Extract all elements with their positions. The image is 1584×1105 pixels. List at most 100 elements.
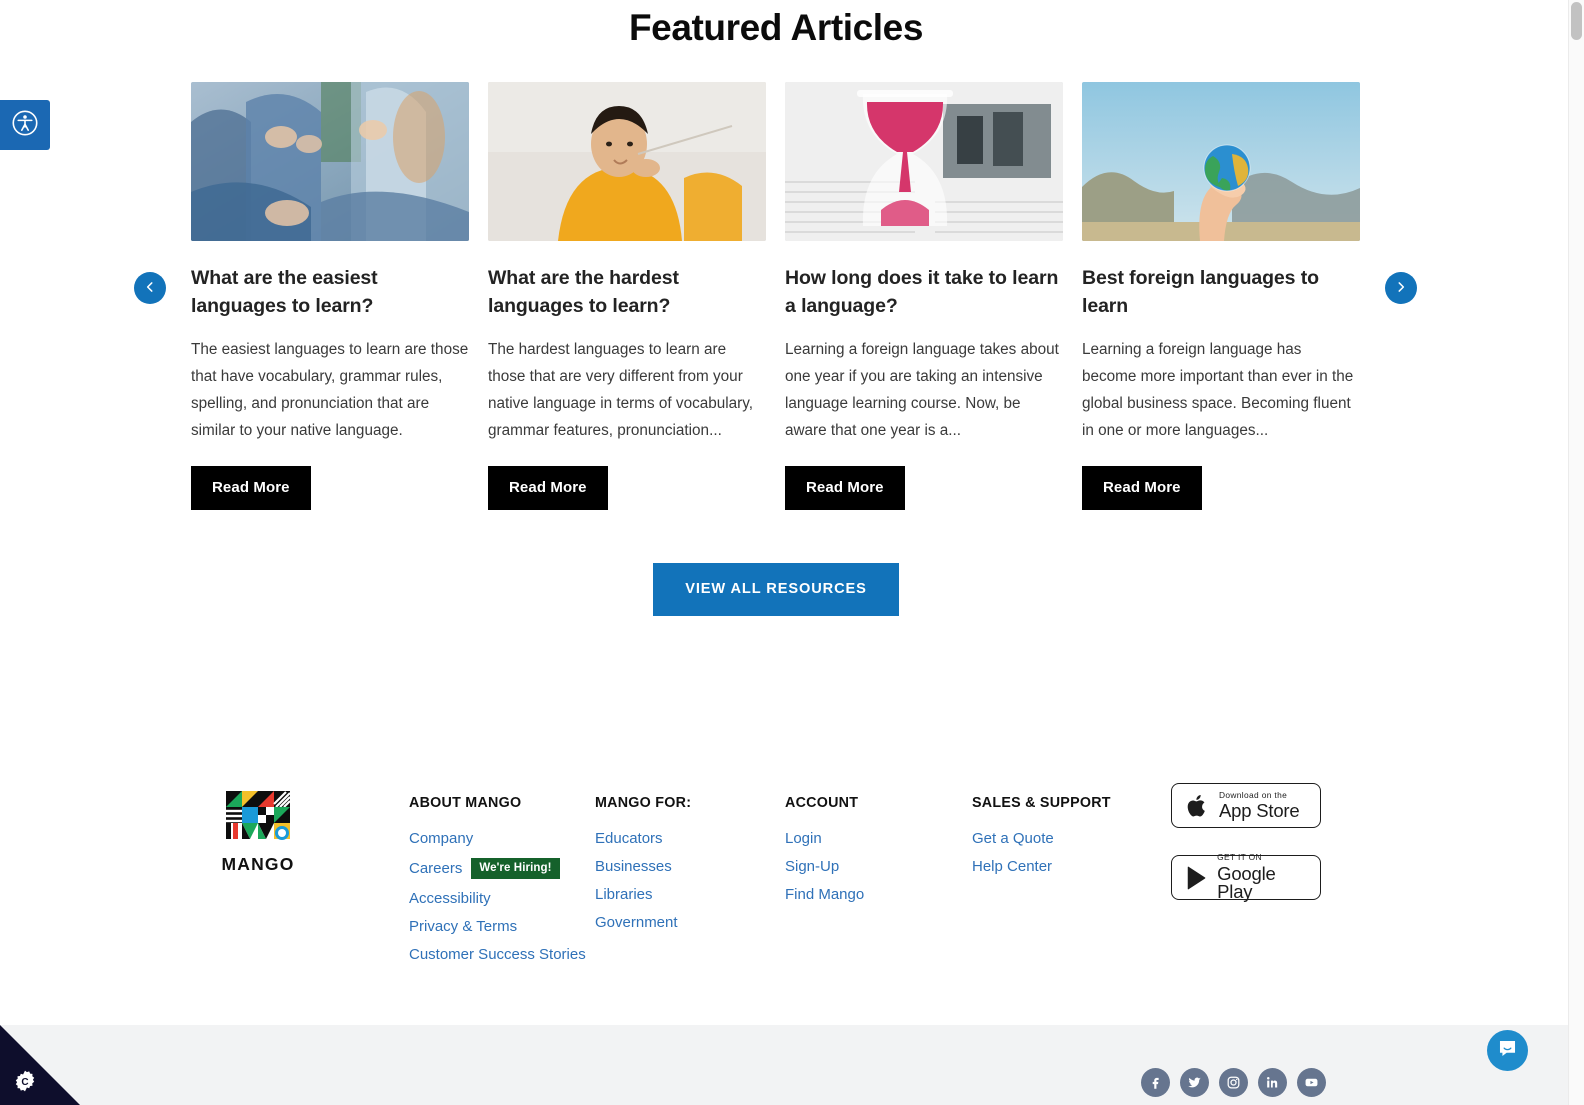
google-play-badge-small: GET IT ON [1217,852,1262,863]
google-play-icon [1183,866,1208,890]
carousel-prev-button[interactable] [134,272,166,304]
footer-list-item: Find Mango [785,886,864,903]
google-play-badge-big: Google Play [1217,862,1276,903]
footer-link-list: Company Careers We're Hiring! Accessibil… [409,830,586,963]
footer-list-item: Accessibility [409,890,586,907]
footer-list-item: Government [595,914,691,931]
article-title: How long does it take to learn a languag… [785,267,1059,317]
footer-link-company[interactable]: Company [409,830,473,847]
footer-list-item: Get a Quote [972,830,1111,847]
apple-icon [1183,793,1210,819]
footer-link-careers[interactable]: Careers [409,860,462,877]
app-store-badge-big: App Store [1219,799,1300,821]
article-excerpt: The easiest languages to learn are those… [191,341,469,439]
footer-list-item: Customer Success Stories [409,946,586,963]
cookie-settings-corner[interactable]: C [0,1015,92,1105]
footer-link-customer-success-stories[interactable]: Customer Success Stories [409,946,586,963]
page-content: Featured Articles What are the easiest l… [0,0,1568,1105]
view-all-resources-wrapper: VIEW ALL RESOURCES [0,563,1552,616]
article-title: What are the easiest languages to learn? [191,267,378,317]
footer-link-libraries[interactable]: Libraries [595,886,653,903]
google-play-badge[interactable]: GET IT ON Google Play [1171,853,1321,901]
article-card[interactable]: What are the hardest languages to learn?… [488,82,766,510]
article-excerpt: The hardest languages to learn are those… [488,341,754,439]
gear-icon: C [13,1069,37,1098]
footer-link-sign-up[interactable]: Sign-Up [785,858,839,875]
article-card[interactable]: What are the easiest languages to learn?… [191,82,469,510]
app-store-badge-small: Download on the [1219,789,1288,800]
app-store-badge-text: Download on the App Store [1219,789,1300,821]
twitter-icon[interactable] [1180,1068,1209,1097]
article-thumbnail-globe-in-hand[interactable] [1082,82,1360,241]
footer-column-heading: SALES & SUPPORT [972,795,1111,811]
article-card[interactable]: Best foreign languages to learn Learning… [1082,82,1360,510]
footer-column-heading: ACCOUNT [785,795,859,811]
footer-link-help-center[interactable]: Help Center [972,858,1052,875]
read-more-button[interactable]: Read More [488,466,608,510]
social-links [1141,1068,1326,1097]
mango-wordmark: MANGO [221,854,295,874]
read-more-button[interactable]: Read More [191,466,311,510]
footer-column-about-mango: ABOUT MANGO Company Careers We're Hiring… [409,795,586,974]
view-all-resources-button[interactable]: VIEW ALL RESOURCES [653,563,899,616]
footer-column-heading: MANGO FOR: [595,795,692,811]
footer-column-mango-for: MANGO FOR: Educators Businesses Librarie… [595,795,691,942]
article-title: Best foreign languages to learn [1082,267,1319,317]
chat-bubble-icon [1497,1038,1518,1064]
app-store-badge[interactable]: Download on the App Store [1171,783,1321,828]
footer-link-privacy-terms[interactable]: Privacy & Terms [409,918,517,935]
footer-column-account: ACCOUNT Login Sign-Up Find Mango [785,795,864,914]
app-store-badges: Download on the App Store GET IT ON Goog… [1171,783,1321,927]
mango-logo[interactable]: MANGO [220,787,296,875]
footer-list-item: Businesses [595,858,691,875]
accessibility-widget-button[interactable] [0,100,50,150]
footer-list-item: Privacy & Terms [409,918,586,935]
article-excerpt: Learning a foreign language has become m… [1082,341,1354,439]
footer-link-login[interactable]: Login [785,830,822,847]
read-more-button[interactable]: Read More [785,466,905,510]
instagram-icon[interactable] [1219,1068,1248,1097]
chevron-left-icon [143,280,157,297]
footer-list-item: Sign-Up [785,858,864,875]
scrollbar-thumb[interactable] [1571,2,1582,40]
site-footer: MANGO ABOUT MANGO Company Careers We're … [0,735,1568,1025]
footer-link-accessibility[interactable]: Accessibility [409,890,491,907]
footer-link-find-mango[interactable]: Find Mango [785,886,864,903]
article-thumbnail-hourglass[interactable] [785,82,1063,241]
footer-bottom-bar [0,1025,1568,1105]
mango-logo-mark [222,787,294,843]
facebook-icon[interactable] [1141,1068,1170,1097]
article-excerpt: Learning a foreign language takes about … [785,341,1059,439]
footer-link-businesses[interactable]: Businesses [595,858,672,875]
read-more-button[interactable]: Read More [1082,466,1202,510]
footer-list-item: Help Center [972,858,1111,875]
chevron-right-icon [1394,280,1408,297]
chat-launcher-button[interactable] [1487,1030,1528,1071]
footer-link-list: Educators Businesses Libraries Governmen… [595,830,691,931]
footer-column-heading: ABOUT MANGO [409,795,522,811]
article-card[interactable]: How long does it take to learn a languag… [785,82,1063,510]
article-thumbnail-people-talking[interactable] [191,82,469,241]
carousel-next-button[interactable] [1385,272,1417,304]
page-scrollbar[interactable] [1568,0,1584,1105]
linkedin-icon[interactable] [1258,1068,1287,1097]
footer-list-item: Educators [595,830,691,847]
article-thumbnail-man-tongue[interactable] [488,82,766,241]
hiring-badge: We're Hiring! [471,858,560,879]
svg-text:C: C [21,1077,28,1088]
footer-link-educators[interactable]: Educators [595,830,663,847]
footer-column-sales-support: SALES & SUPPORT Get a Quote Help Center [972,795,1111,886]
article-title: What are the hardest languages to learn? [488,267,679,317]
article-card-list: What are the easiest languages to learn?… [191,82,1363,510]
google-play-badge-text: GET IT ON Google Play [1217,853,1309,901]
featured-articles-carousel: What are the easiest languages to learn?… [0,82,1568,510]
footer-list-item: Libraries [595,886,691,903]
footer-list-item: Careers We're Hiring! [409,858,586,879]
youtube-icon[interactable] [1297,1068,1326,1097]
footer-link-government[interactable]: Government [595,914,678,931]
footer-link-get-a-quote[interactable]: Get a Quote [972,830,1054,847]
footer-list-item: Login [785,830,864,847]
footer-list-item: Company [409,830,586,847]
page-title: Featured Articles [628,7,924,48]
footer-link-list: Get a Quote Help Center [972,830,1111,875]
